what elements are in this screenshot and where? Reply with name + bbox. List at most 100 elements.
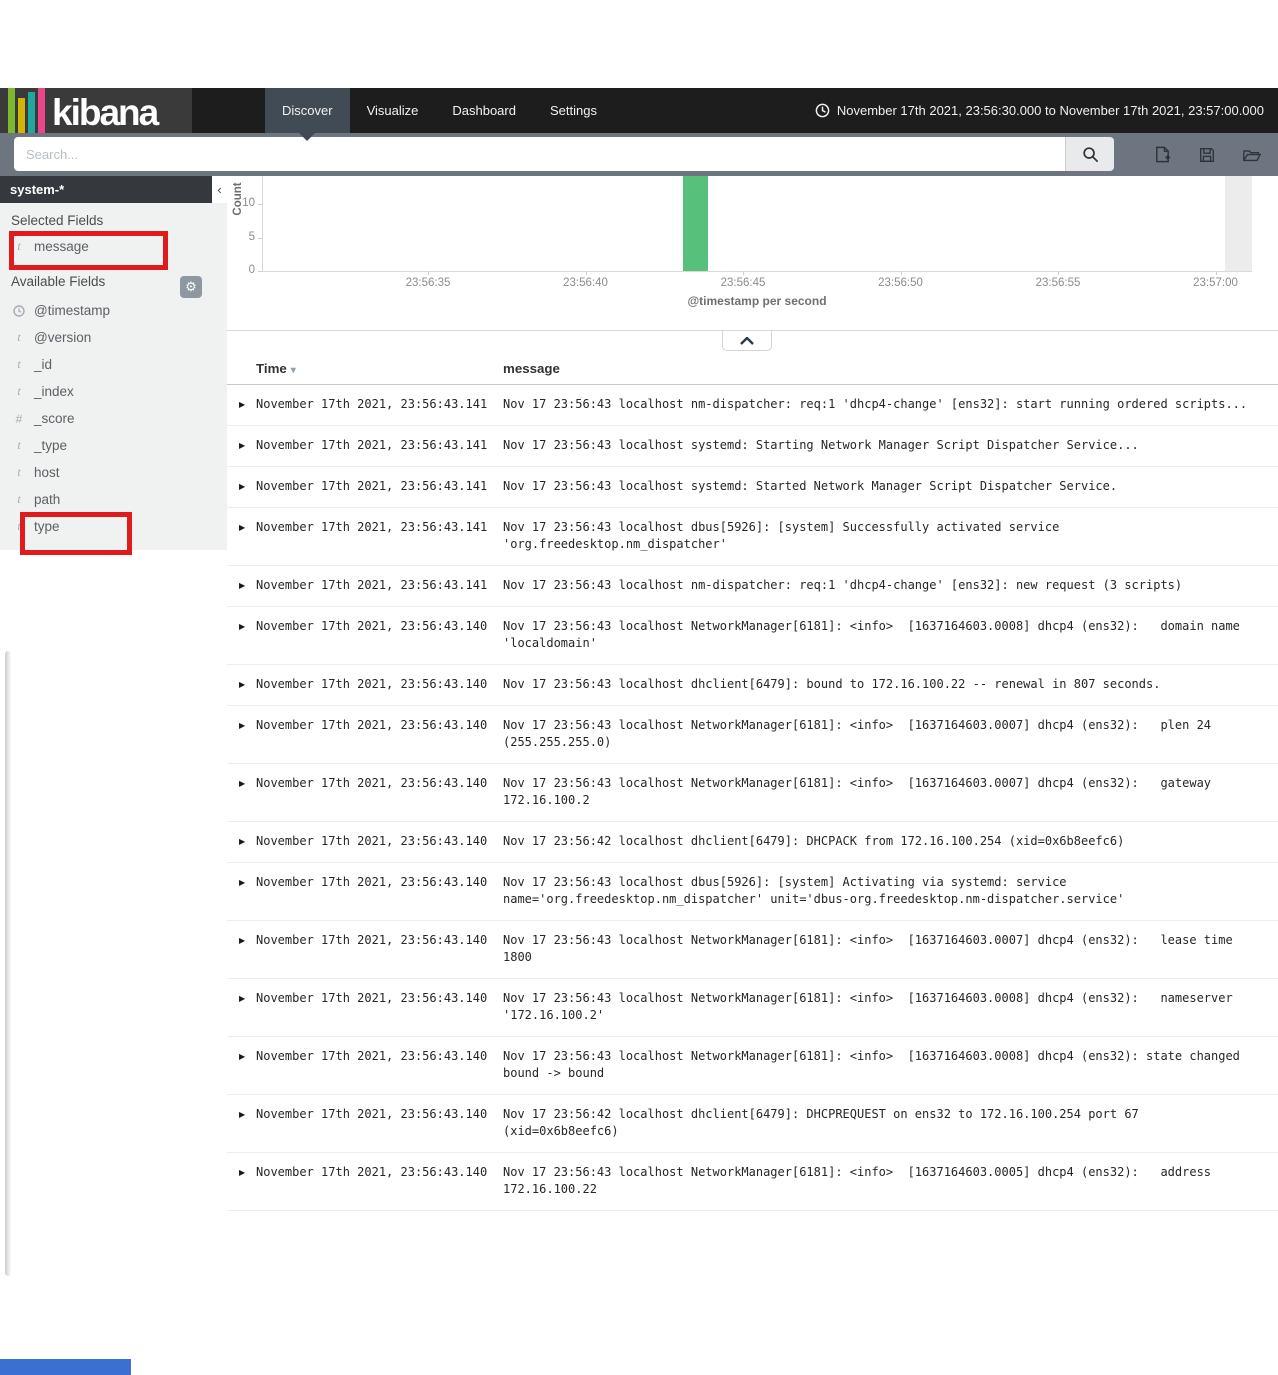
field-item-id[interactable]: t _id bbox=[0, 351, 227, 378]
doc-table-row: ▶ November 17th 2021, 23:56:43.141 Nov 17 … bbox=[227, 467, 1278, 508]
doc-message-cell: Nov 17 23:56:43 localhost systemd: Start… bbox=[503, 479, 1118, 493]
collapse-chart-button[interactable] bbox=[722, 331, 772, 351]
column-header-time[interactable]: Time ▾ bbox=[256, 361, 503, 376]
logo-bar bbox=[28, 92, 35, 133]
time-range-label: November 17th 2021, 23:56:30.000 to Nove… bbox=[836, 103, 1264, 118]
x-axis-tickmark bbox=[743, 271, 744, 275]
string-field-icon: t bbox=[17, 330, 21, 344]
time-column-label: Time bbox=[256, 360, 287, 376]
collapse-sidebar-button[interactable]: ‹ bbox=[212, 176, 227, 203]
doc-time-cell: November 17th 2021, 23:56:43.141 bbox=[256, 479, 488, 493]
doc-time-cell: November 17th 2021, 23:56:43.141 bbox=[256, 438, 488, 452]
doc-time-cell: November 17th 2021, 23:56:43.140 bbox=[256, 1049, 488, 1063]
expand-row-icon[interactable]: ▶ bbox=[232, 1106, 256, 1140]
histogram-bar[interactable] bbox=[683, 164, 708, 271]
y-axis-line bbox=[262, 163, 263, 271]
index-pattern-title: system-* bbox=[10, 182, 65, 197]
x-axis-tickmark bbox=[900, 271, 902, 275]
expand-row-icon[interactable]: ▶ bbox=[232, 676, 256, 693]
doc-table-row: ▶ November 17th 2021, 23:56:43.140 Nov 17 … bbox=[227, 706, 1278, 764]
doc-message-cell: Nov 17 23:56:43 localhost dbus[5926]: [s… bbox=[503, 875, 1125, 906]
doc-message-cell: Nov 17 23:56:43 localhost nm-dispatcher:… bbox=[503, 578, 1183, 592]
save-search-icon[interactable] bbox=[1198, 146, 1216, 164]
doc-table-row: ▶ November 17th 2021, 23:56:43.140 Nov 17 … bbox=[227, 764, 1278, 822]
discover-main: 16 hits November 17th 2021, 23:56:30.000… bbox=[227, 88, 1278, 1211]
doc-time-cell: November 17th 2021, 23:56:43.140 bbox=[256, 1107, 488, 1121]
x-axis-tickmark bbox=[585, 271, 587, 275]
field-label: host bbox=[34, 465, 60, 480]
kibana-logo: kibana bbox=[0, 88, 192, 133]
expand-row-icon[interactable]: ▶ bbox=[232, 932, 256, 966]
nav-tab-discover[interactable]: Discover bbox=[265, 88, 350, 141]
doc-table-header: Time ▾ message bbox=[227, 352, 1278, 385]
expand-row-icon[interactable]: ▶ bbox=[232, 618, 256, 652]
string-field-icon: t bbox=[17, 492, 21, 506]
number-field-icon: # bbox=[15, 411, 23, 426]
expand-row-icon[interactable]: ▶ bbox=[232, 577, 256, 594]
doc-table-row: ▶ November 17th 2021, 23:56:43.140 Nov 17 … bbox=[227, 863, 1278, 921]
doc-message-cell: Nov 17 23:56:43 localhost systemd: Start… bbox=[503, 438, 1139, 452]
nav-tab-dashboard[interactable]: Dashboard bbox=[435, 88, 533, 133]
doc-time-cell: November 17th 2021, 23:56:43.140 bbox=[256, 718, 488, 732]
doc-time-cell: November 17th 2021, 23:56:43.140 bbox=[256, 619, 488, 633]
load-search-icon[interactable] bbox=[1242, 146, 1262, 164]
search-button[interactable] bbox=[1065, 137, 1114, 171]
field-item-path[interactable]: t path bbox=[0, 486, 227, 513]
field-item-version[interactable]: t @version bbox=[0, 324, 227, 351]
doc-time-cell: November 17th 2021, 23:56:43.140 bbox=[256, 933, 488, 947]
expand-row-icon[interactable]: ▶ bbox=[232, 519, 256, 553]
logo-bar bbox=[18, 98, 25, 133]
x-axis-line bbox=[262, 271, 1252, 272]
field-item-index[interactable]: t _index bbox=[0, 378, 227, 405]
string-field-icon: t bbox=[17, 384, 21, 398]
x-axis-tick-label: 23:56:40 bbox=[563, 277, 608, 289]
expand-row-icon[interactable]: ▶ bbox=[232, 775, 256, 809]
new-search-icon[interactable] bbox=[1153, 145, 1172, 164]
y-axis-tick-label: 0 bbox=[248, 264, 255, 276]
expand-row-icon[interactable]: ▶ bbox=[232, 437, 256, 454]
sort-caret-icon: ▾ bbox=[290, 364, 296, 376]
field-item-score[interactable]: # _score bbox=[0, 405, 227, 432]
doc-table-row: ▶ November 17th 2021, 23:56:43.140 Nov 17 … bbox=[227, 1153, 1278, 1211]
x-axis-tick-label: 23:57:00 bbox=[1193, 277, 1238, 289]
doc-time-cell: November 17th 2021, 23:56:43.140 bbox=[256, 875, 488, 889]
doc-message-cell: Nov 17 23:56:43 localhost dbus[5926]: [s… bbox=[503, 520, 1067, 551]
field-label: _index bbox=[34, 384, 74, 399]
expand-row-icon[interactable]: ▶ bbox=[232, 717, 256, 751]
x-axis-tick-label: 23:56:50 bbox=[878, 277, 923, 289]
field-label: @timestamp bbox=[34, 303, 110, 318]
nav-tab-settings[interactable]: Settings bbox=[533, 88, 614, 133]
doc-message-cell: Nov 17 23:56:43 localhost NetworkManager… bbox=[503, 991, 1240, 1022]
expand-row-icon[interactable]: ▶ bbox=[232, 1048, 256, 1082]
field-item-type[interactable]: t _type bbox=[0, 432, 227, 459]
doc-table-row: ▶ November 17th 2021, 23:56:43.141 Nov 17 … bbox=[227, 566, 1278, 607]
field-item-host[interactable]: t host bbox=[0, 459, 227, 486]
nav-tab-visualize[interactable]: Visualize bbox=[350, 88, 436, 133]
doc-time-cell: November 17th 2021, 23:56:43.140 bbox=[256, 991, 488, 1005]
doc-table: Time ▾ message ▶ November 17th 2021, 23:56… bbox=[227, 352, 1278, 1211]
clock-icon bbox=[13, 304, 25, 317]
expand-row-icon[interactable]: ▶ bbox=[232, 833, 256, 850]
x-axis-label: @timestamp per second bbox=[687, 294, 827, 308]
time-range-picker[interactable]: November 17th 2021, 23:56:30.000 to Nove… bbox=[815, 88, 1278, 133]
doc-message-cell: Nov 17 23:56:43 localhost NetworkManager… bbox=[503, 619, 1248, 650]
expand-row-icon[interactable]: ▶ bbox=[232, 990, 256, 1024]
doc-time-cell: November 17th 2021, 23:56:43.140 bbox=[256, 1165, 488, 1179]
expand-row-icon[interactable]: ▶ bbox=[232, 1164, 256, 1198]
top-navbar: kibana Discover Visualize Dashboard Setting… bbox=[0, 88, 1278, 141]
logo-bar bbox=[8, 88, 15, 133]
partial-bucket-marker bbox=[1224, 164, 1252, 271]
doc-time-cell: November 17th 2021, 23:56:43.141 bbox=[256, 578, 488, 592]
available-fields-list: @timestamp t @version t _id t _index # _score t _t… bbox=[0, 297, 227, 540]
doc-message-cell: Nov 17 23:56:43 localhost NetworkManager… bbox=[503, 718, 1219, 749]
expand-row-icon[interactable]: ▶ bbox=[232, 874, 256, 908]
doc-time-cell: November 17th 2021, 23:56:43.141 bbox=[256, 520, 488, 534]
x-axis-tickmark bbox=[428, 271, 429, 275]
search-input[interactable] bbox=[14, 137, 1065, 171]
expand-row-icon[interactable]: ▶ bbox=[232, 478, 256, 495]
field-item-timestamp[interactable]: @timestamp bbox=[0, 297, 227, 324]
expand-row-icon[interactable]: ▶ bbox=[232, 396, 256, 413]
field-label: @version bbox=[34, 330, 92, 345]
field-settings-gear-button[interactable]: ⚙ bbox=[180, 276, 202, 298]
kibana-logo-text: kibana bbox=[52, 92, 159, 133]
